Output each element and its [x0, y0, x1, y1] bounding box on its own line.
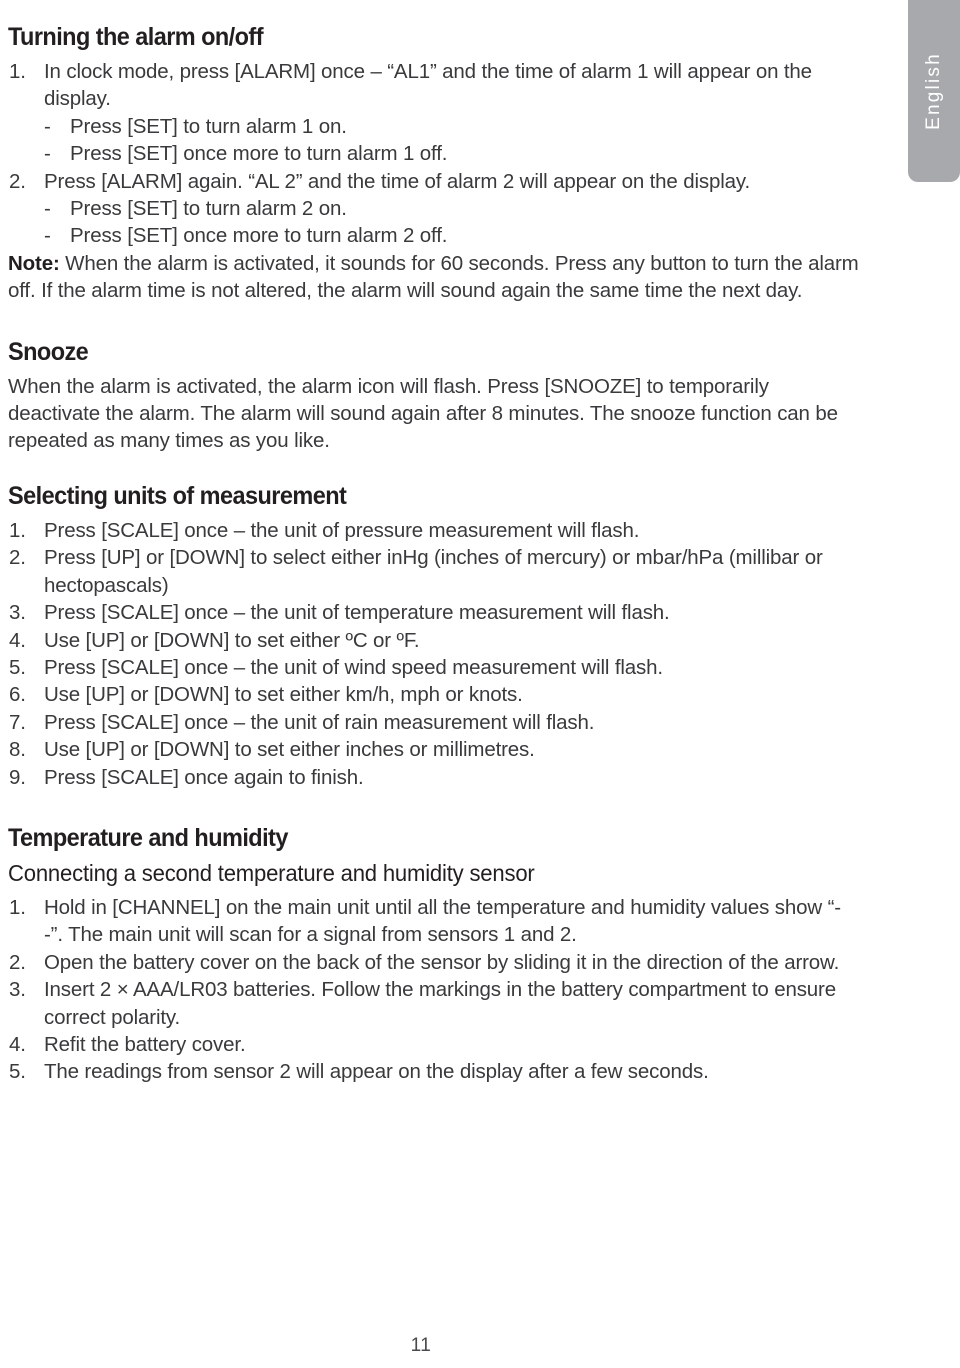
list-item-number: 6.	[9, 683, 26, 707]
list-item-text: Use [UP] or [DOWN] to set either ºC or º…	[44, 628, 420, 652]
list-item-number: 9.	[9, 765, 26, 789]
list-item-text: Press [SET] once more to turn alarm 2 of…	[70, 224, 448, 248]
list-item: 2. Open the battery cover on the back of…	[8, 949, 860, 976]
list-item: 1. In clock mode, press [ALARM] once – “…	[8, 58, 860, 113]
list-item: 4. Use [UP] or [DOWN] to set either ºC o…	[8, 627, 860, 654]
section-heading-units: Selecting units of measurement	[8, 481, 347, 510]
list-item-number: 1.	[9, 60, 26, 83]
list-item-text: Press [ALARM] again. “AL 2” and the time…	[44, 169, 751, 193]
list-item: 3. Press [SCALE] once – the unit of temp…	[8, 599, 860, 626]
list-item-text: Refit the battery cover.	[44, 1032, 246, 1056]
language-tab-label: English	[923, 52, 944, 130]
section-heading-temp-humidity: Temperature and humidity	[8, 823, 288, 852]
list-item-text: Use [UP] or [DOWN] to set either km/h, m…	[44, 683, 523, 707]
list-item-text: Press [SCALE] once – the unit of wind sp…	[44, 655, 663, 679]
list-item: 5. The readings from sensor 2 will appea…	[8, 1058, 860, 1085]
list-item: - Press [SET] once more to turn alarm 1 …	[8, 140, 860, 167]
list-item-number: 5.	[9, 1060, 26, 1084]
list-item: 7. Press [SCALE] once – the unit of rain…	[8, 709, 860, 736]
alarm-sub-list-1: - Press [SET] to turn alarm 1 on. - Pres…	[8, 113, 860, 168]
list-item-text: Press [SET] once more to turn alarm 1 of…	[70, 142, 448, 166]
list-item-number: 7.	[9, 710, 26, 734]
alarm-note-paragraph: Note: When the alarm is activated, it so…	[8, 250, 860, 305]
list-item-number: 8.	[9, 738, 26, 762]
dash-bullet: -	[44, 197, 51, 221]
list-item-number: 1.	[9, 895, 26, 919]
list-item-text: The readings from sensor 2 will appear o…	[44, 1060, 709, 1084]
list-item-number: 4.	[9, 1032, 26, 1056]
dash-bullet: -	[44, 224, 51, 248]
list-item: 6. Use [UP] or [DOWN] to set either km/h…	[8, 681, 860, 708]
units-step-list: 1. Press [SCALE] once – the unit of pres…	[8, 517, 860, 791]
dash-bullet: -	[44, 142, 51, 166]
note-label: Note:	[8, 251, 60, 275]
list-item: - Press [SET] once more to turn alarm 2 …	[8, 222, 860, 249]
section-heading-alarm-onoff: Turning the alarm on/off	[8, 23, 264, 51]
list-item-number: 2.	[9, 546, 26, 570]
list-item: 9. Press [SCALE] once again to finish.	[8, 764, 860, 791]
list-item-number: 2.	[9, 169, 26, 193]
snooze-paragraph: When the alarm is activated, the alarm i…	[8, 374, 838, 453]
list-item-number: 5.	[9, 655, 26, 679]
list-item-text: Press [SET] to turn alarm 2 on.	[70, 197, 347, 221]
language-tab: English	[908, 0, 960, 182]
subsection-heading-connecting-sensor: Connecting a second temperature and humi…	[8, 859, 535, 886]
section-heading-snooze: Snooze	[8, 337, 89, 366]
list-item-number: 1.	[9, 518, 26, 542]
list-item-text: Press [SCALE] once – the unit of tempera…	[44, 601, 670, 625]
list-item: 2. Press [ALARM] again. “AL 2” and the t…	[8, 168, 860, 195]
list-item: 2. Press [UP] or [DOWN] to select either…	[8, 544, 860, 599]
page-number: 11	[410, 1335, 432, 1356]
list-item-text: Press [SCALE] once again to finish.	[44, 765, 364, 789]
list-item-text: Open the battery cover on the back of th…	[44, 950, 840, 974]
list-item: 8. Use [UP] or [DOWN] to set either inch…	[8, 736, 860, 763]
alarm-step-list-2: 2. Press [ALARM] again. “AL 2” and the t…	[8, 168, 860, 195]
list-item-text: Press [SCALE] once – the unit of rain me…	[44, 710, 595, 734]
list-item-number: 4.	[9, 628, 26, 652]
list-item-text: In clock mode, press [ALARM] once – “AL1…	[44, 60, 812, 111]
sensor-step-list: 1. Hold in [CHANNEL] on the main unit un…	[8, 894, 860, 1086]
alarm-step-list-1: 1. In clock mode, press [ALARM] once – “…	[8, 58, 860, 113]
alarm-sub-list-2: - Press [SET] to turn alarm 2 on. - Pres…	[8, 195, 860, 250]
list-item: 4. Refit the battery cover.	[8, 1031, 860, 1058]
manual-page: English Turning the alarm on/off 1. In c…	[0, 0, 960, 1368]
list-item: 1. Hold in [CHANNEL] on the main unit un…	[8, 894, 860, 949]
list-item-text: Use [UP] or [DOWN] to set either inches …	[44, 738, 535, 762]
list-item-number: 3.	[9, 601, 26, 625]
page-content: Turning the alarm on/off 1. In clock mod…	[8, 22, 860, 1086]
list-item: 5. Press [SCALE] once – the unit of wind…	[8, 654, 860, 681]
note-text: When the alarm is activated, it sounds f…	[8, 251, 859, 303]
list-item-text: Press [SET] to turn alarm 1 on.	[70, 114, 347, 138]
list-item-number: 3.	[9, 978, 26, 1002]
list-item: - Press [SET] to turn alarm 2 on.	[8, 195, 860, 222]
list-item: 3. Insert 2 × AAA/LR03 batteries. Follow…	[8, 976, 860, 1031]
list-item: 1. Press [SCALE] once – the unit of pres…	[8, 517, 860, 544]
list-item-text: Insert 2 × AAA/LR03 batteries. Follow th…	[44, 978, 836, 1029]
list-item: - Press [SET] to turn alarm 1 on.	[8, 113, 860, 140]
list-item-number: 2.	[9, 950, 26, 974]
dash-bullet: -	[44, 114, 51, 138]
list-item-text: Press [SCALE] once – the unit of pressur…	[44, 518, 640, 542]
list-item-text: Hold in [CHANNEL] on the main unit until…	[44, 895, 841, 947]
list-item-text: Press [UP] or [DOWN] to select either in…	[44, 546, 823, 597]
